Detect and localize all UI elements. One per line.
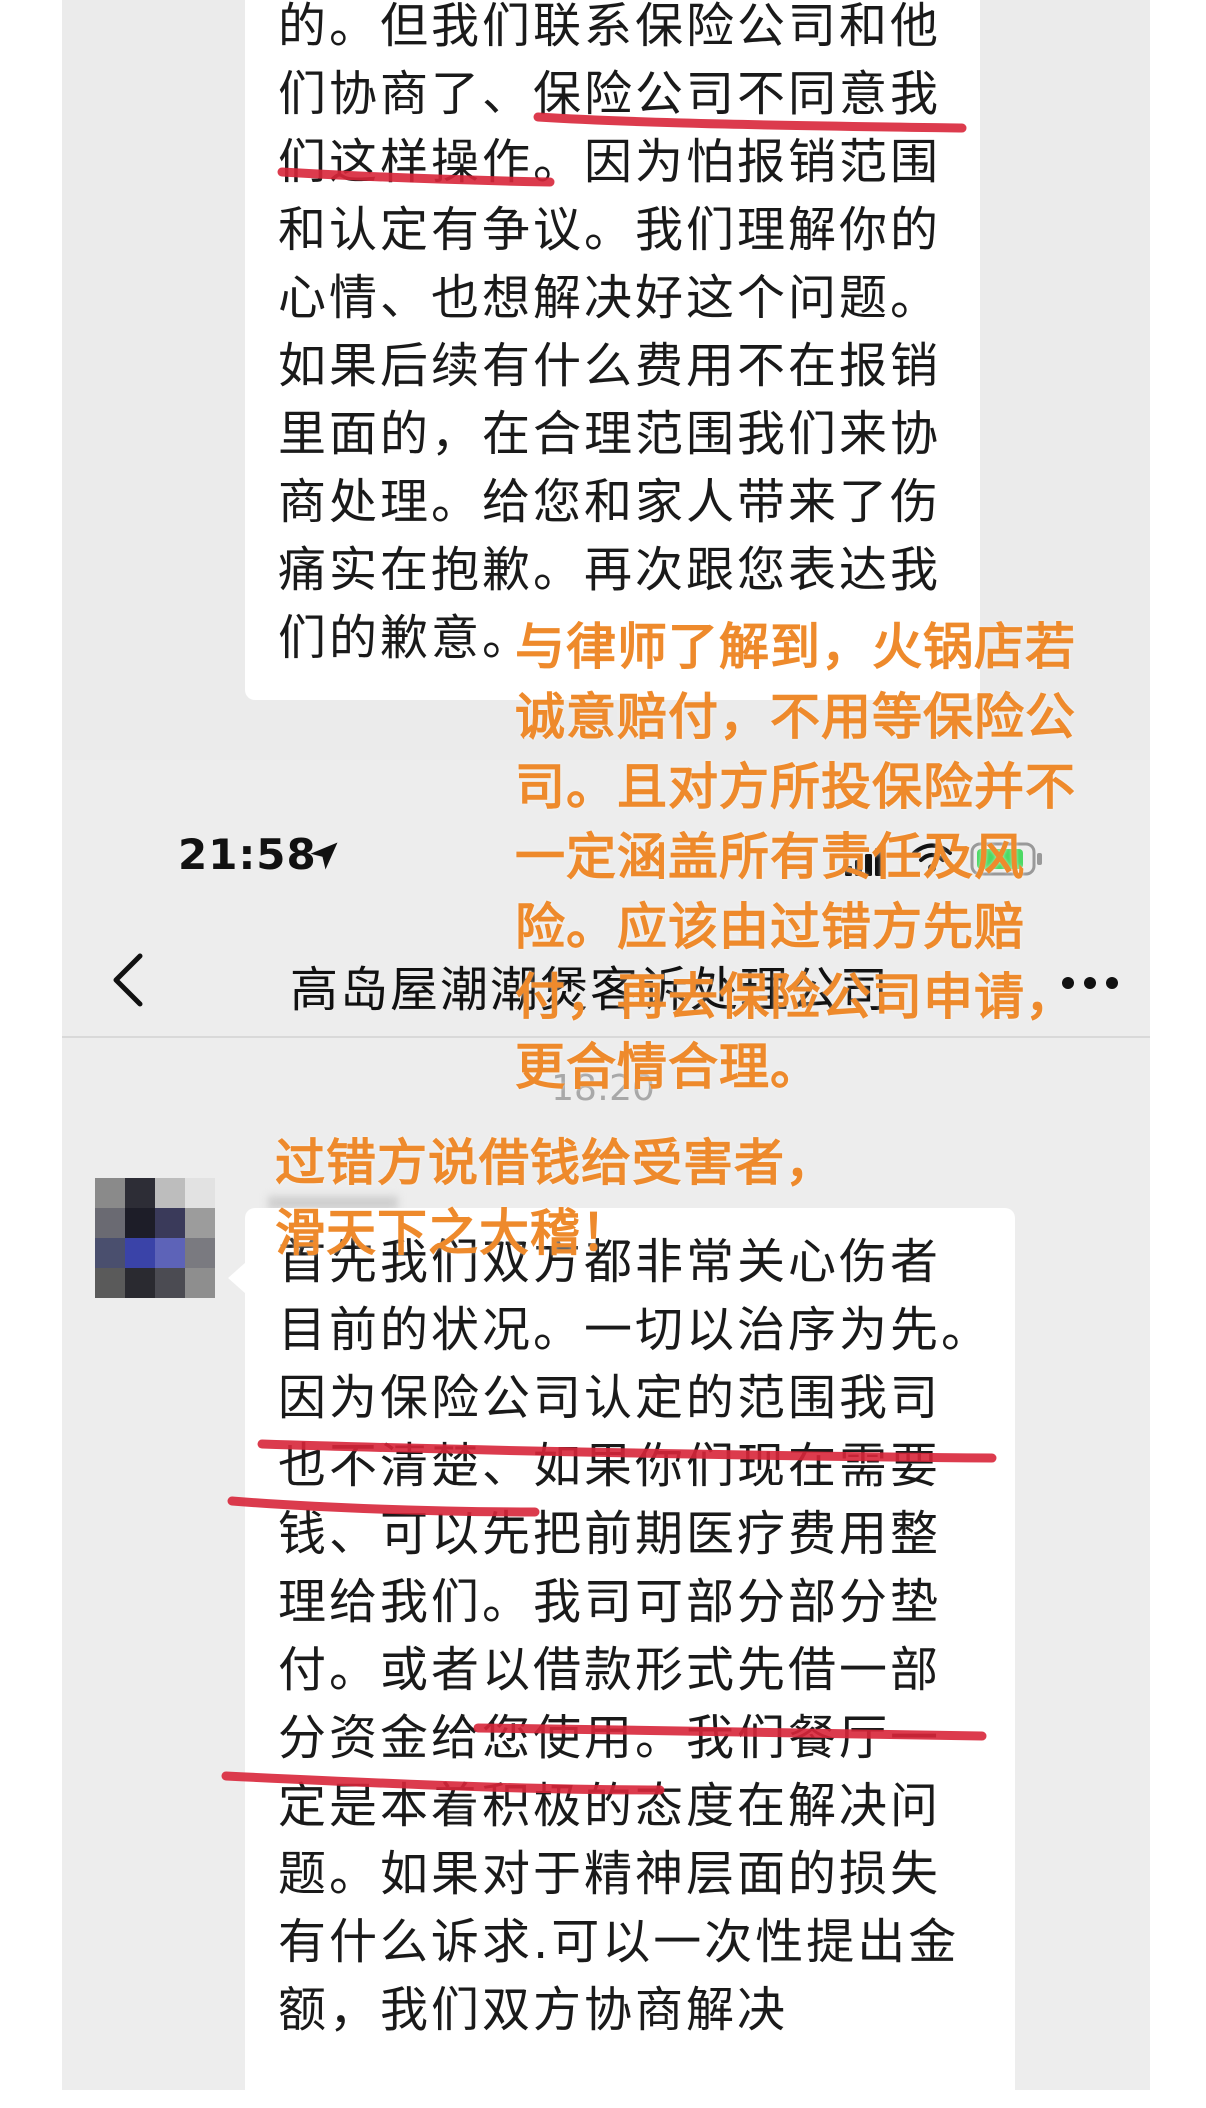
message-text: 的。但我们联系保险公司和他 们协商了、保险公司不同意我 们这样操作。因为怕报销范…	[278, 0, 942, 666]
message-text: 首先我们双方都非常关心伤者 目前的状况。一切以治序为先。 因为保险公司认定的范围…	[278, 1234, 993, 2038]
annotation-text: 过错方说借钱给受害者， 滑天下之大稽！	[275, 1134, 836, 1262]
chevron-left-icon[interactable]	[108, 952, 148, 1008]
bubble-tail	[228, 1262, 246, 1294]
avatar[interactable]	[95, 1178, 215, 1298]
location-arrow-icon	[310, 842, 338, 870]
status-bar-time: 21:58	[178, 830, 317, 879]
annotation-text: 与律师了解到，火锅店若 诚意赔付，不用等保险公 司。且对方所投保险并不 一定涵盖…	[515, 618, 1076, 1096]
